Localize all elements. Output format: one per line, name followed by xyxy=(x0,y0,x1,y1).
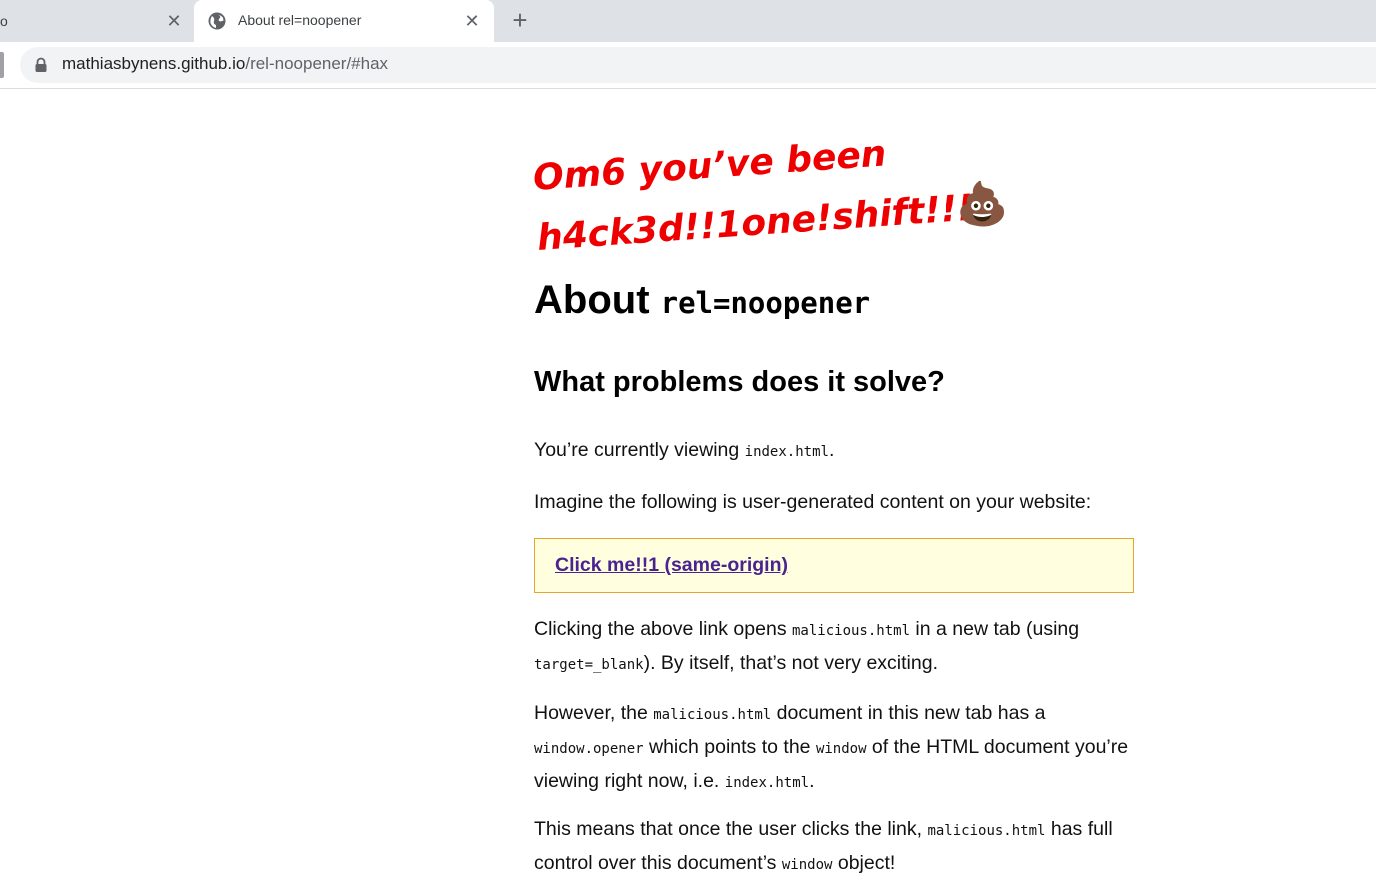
reload-icon[interactable] xyxy=(0,52,4,78)
tab-active[interactable]: About rel=noopener ✕ xyxy=(194,0,494,42)
paragraph-clicking: Clicking the above link opens malicious.… xyxy=(534,618,1080,674)
hacked-line-2: h4ck3d!!1one!shift!!!1 xyxy=(536,186,1000,259)
poop-emoji: 💩 xyxy=(956,180,1009,227)
same-origin-link[interactable]: Click me!!1 (same-origin) xyxy=(555,554,788,577)
url-text[interactable]: mathiasbynens.github.io/rel-noopener/#ha… xyxy=(62,54,388,74)
tab-previous[interactable]: o ✕ xyxy=(0,0,190,42)
paragraph-current-file: You’re currently viewing index.html. xyxy=(534,439,835,461)
new-tab-icon[interactable]: + xyxy=(508,7,532,33)
tab-strip: o ✕ About rel=noopener ✕ + xyxy=(0,0,1376,42)
paragraph-however: However, the malicious.html document in … xyxy=(534,702,1129,792)
hacked-line-1: Om6 you’ve been xyxy=(532,133,888,199)
tab-previous-title: o xyxy=(0,13,8,29)
globe-icon xyxy=(208,12,226,30)
tab-active-close-icon[interactable]: ✕ xyxy=(462,11,482,31)
paragraph-imagine: Imagine the following is user-generated … xyxy=(534,491,1092,513)
user-content-box: Click me!!1 (same-origin) xyxy=(534,538,1134,593)
page-title: About rel=noopener xyxy=(534,278,871,322)
url-host: mathiasbynens.github.io xyxy=(62,54,246,73)
tab-active-title: About rel=noopener xyxy=(238,12,362,28)
section-heading: What problems does it solve? xyxy=(534,366,945,398)
tab-previous-close-icon[interactable]: ✕ xyxy=(164,11,184,31)
lock-icon[interactable] xyxy=(34,57,48,73)
paragraph-full-control: This means that once the user clicks the… xyxy=(534,818,1113,874)
url-path: /rel-noopener/#hax xyxy=(245,54,389,73)
